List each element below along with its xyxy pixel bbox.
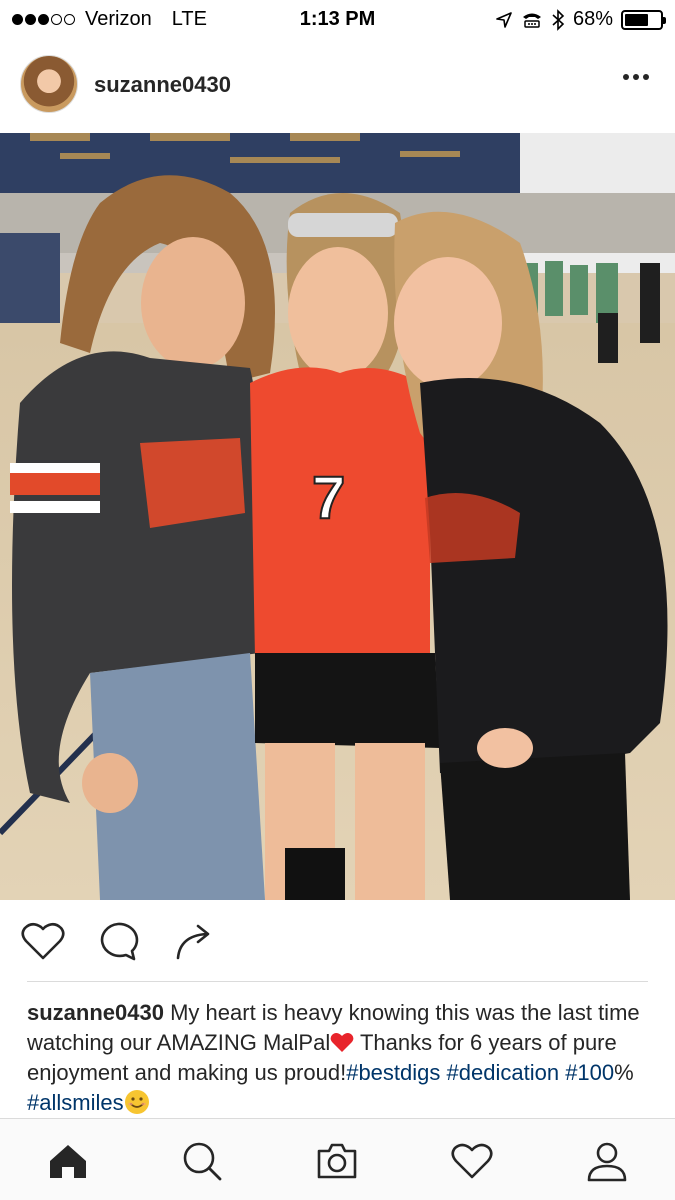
red-heart-emoji-icon (330, 1033, 354, 1052)
post-photo[interactable]: 7 (0, 133, 675, 900)
battery-icon (621, 9, 666, 30)
status-bar: Verizon LTE 1:13 PM 68% (0, 0, 675, 38)
svg-text:7: 7 (312, 464, 345, 531)
caption-percent: % (614, 1060, 634, 1085)
tty-icon (522, 13, 541, 28)
battery-percent: 68% (572, 8, 613, 30)
comment-icon[interactable] (96, 920, 140, 962)
divider (27, 981, 648, 982)
camera-icon[interactable] (315, 1139, 359, 1183)
avatar[interactable] (20, 55, 78, 113)
smiling-face-emoji-icon (124, 1090, 149, 1114)
hashtag-dedication[interactable]: #dedication (447, 1060, 560, 1085)
hashtag-bestdigs[interactable]: #bestdigs (346, 1060, 440, 1085)
status-right: 68% (495, 8, 666, 31)
hashtag-allsmiles[interactable]: #allsmiles (27, 1090, 124, 1115)
share-icon[interactable] (172, 920, 216, 962)
activity-heart-icon[interactable] (450, 1139, 494, 1183)
profile-icon[interactable] (585, 1139, 629, 1183)
more-options-icon[interactable] (623, 74, 649, 80)
home-icon[interactable] (46, 1139, 90, 1183)
post-actions (0, 912, 675, 972)
hashtag-100[interactable]: #100 (565, 1060, 614, 1085)
post-caption: suzanne0430 My heart is heavy knowing th… (27, 998, 657, 1118)
post-photo-illustration: 7 (0, 133, 675, 900)
post-header: suzanne0430 (0, 50, 675, 120)
location-arrow-icon (496, 11, 512, 28)
caption-username[interactable]: suzanne0430 (27, 1000, 164, 1025)
heart-icon[interactable] (20, 920, 66, 962)
search-icon[interactable] (180, 1139, 224, 1183)
bluetooth-icon (552, 8, 565, 31)
tab-bar (0, 1118, 675, 1200)
post-username[interactable]: suzanne0430 (94, 72, 231, 98)
